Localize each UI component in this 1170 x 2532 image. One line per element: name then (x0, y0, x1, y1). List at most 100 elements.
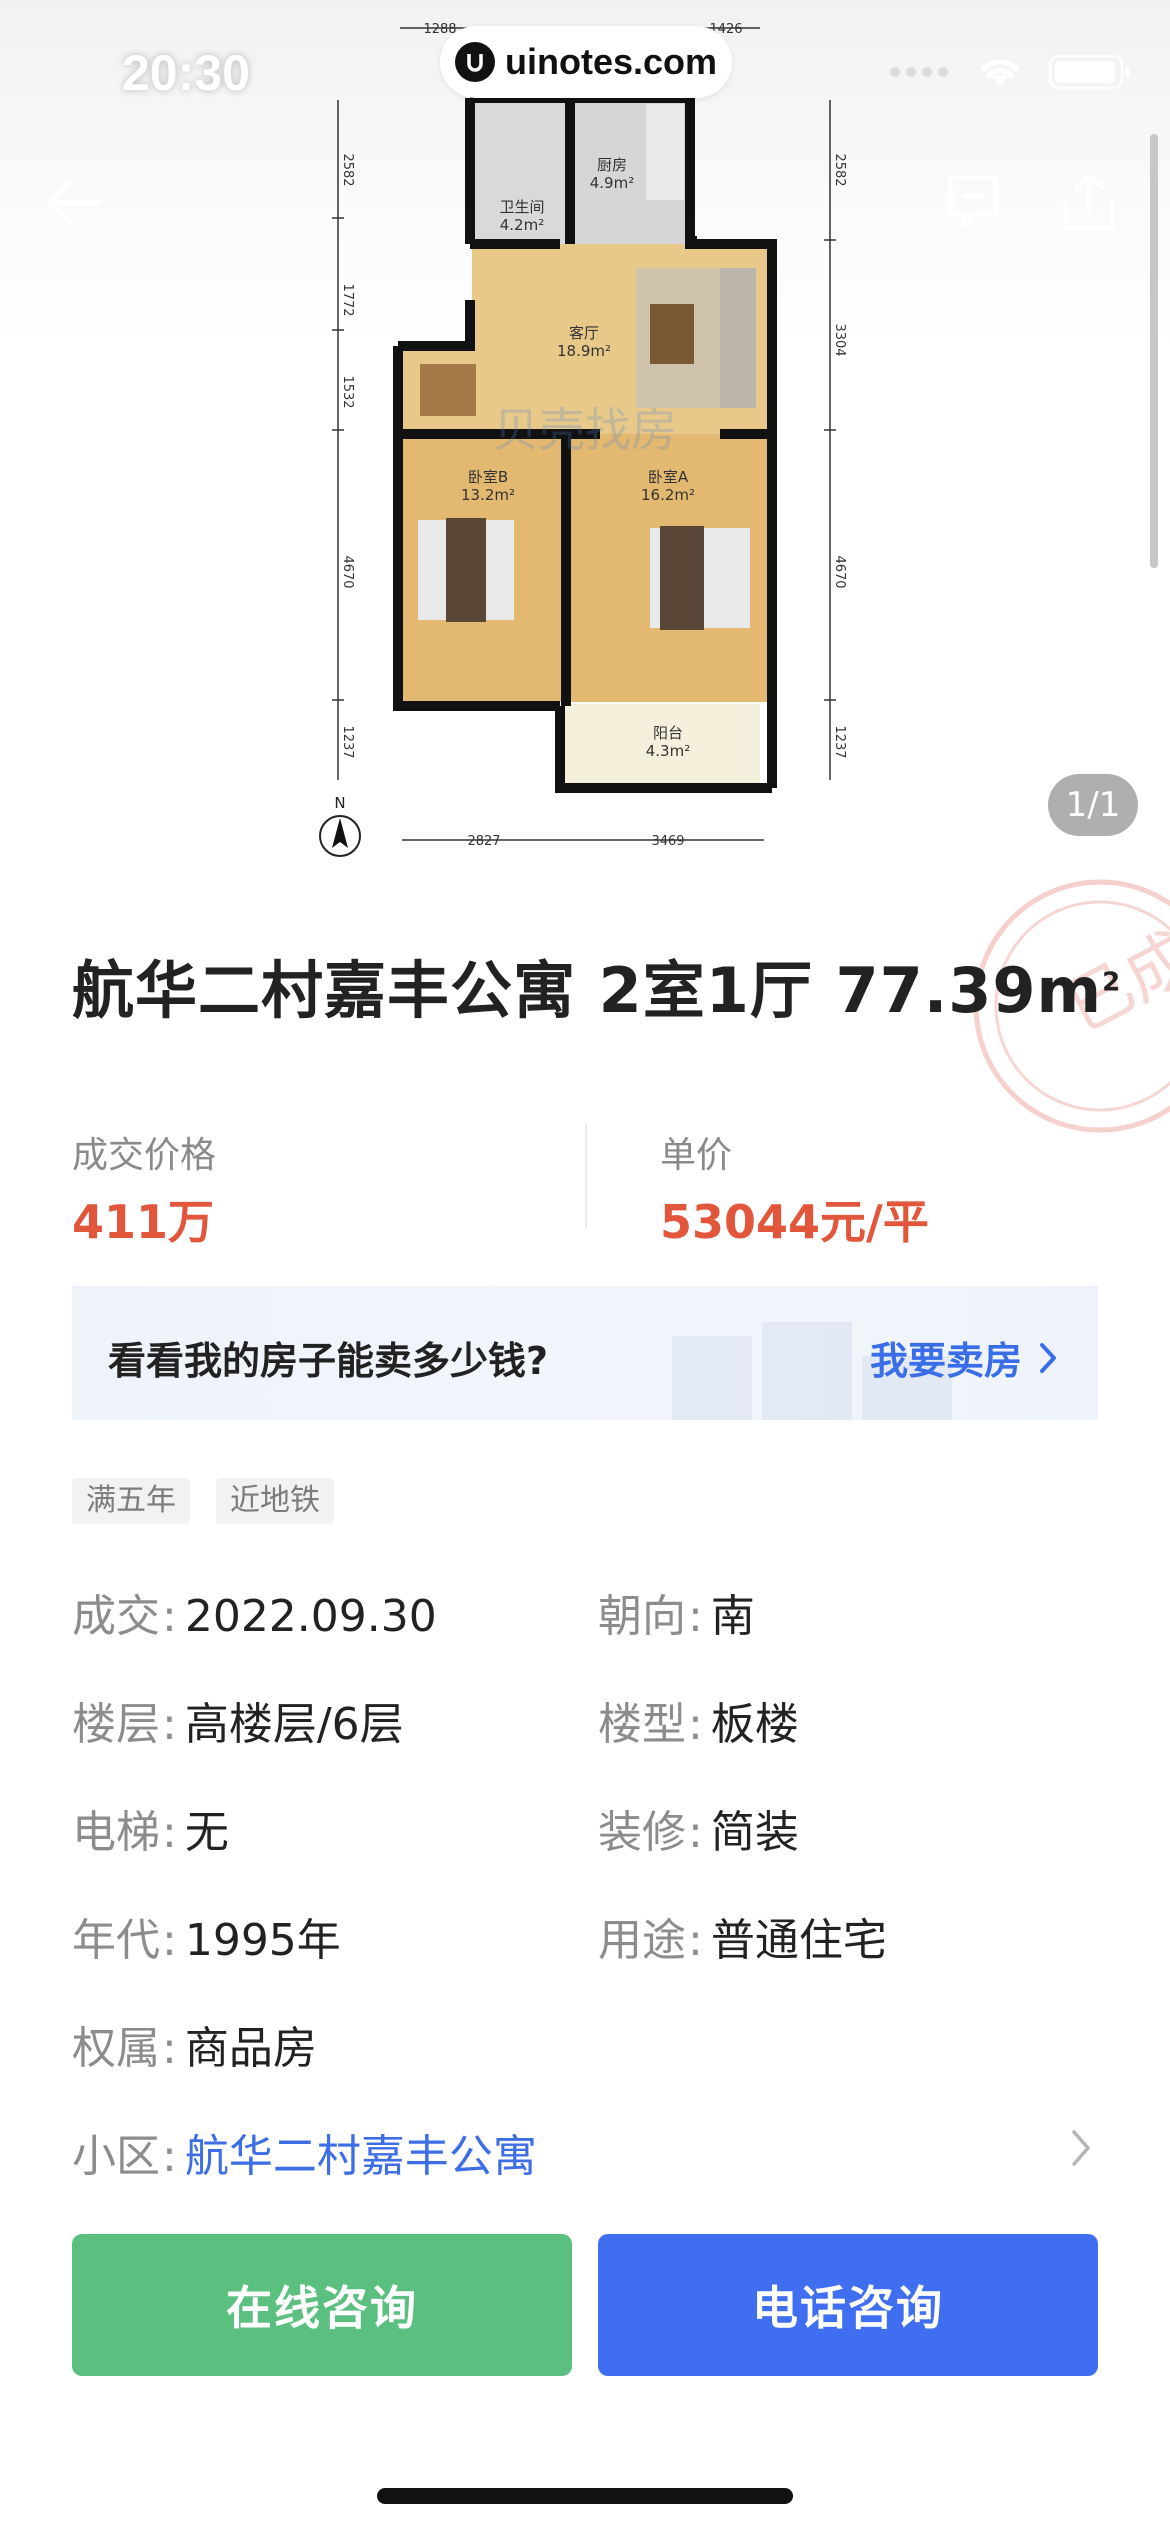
floor-plan-image: 卫生间 4.2m² 厨房 4.9m² 客厅 18.9m² 卧室B 13.2m² … (319, 22, 847, 857)
room-area-kitchen: 4.9m² (590, 174, 634, 192)
brand-watermark: 贝壳找房 (493, 403, 677, 457)
sell-house-banner[interactable]: 看看我的房子能卖多少钱? 我要卖房 (72, 1286, 1098, 1420)
home-indicator[interactable] (377, 2488, 793, 2504)
community-name-link[interactable]: 航华二村嘉丰公寓 (185, 2120, 537, 2184)
listing-title: 航华二村嘉丰公寓 2室1厅 77.39m2 (72, 940, 1121, 1030)
arrow-left-icon (47, 180, 103, 226)
info-value: 板楼 (710, 1699, 799, 1750)
chevron-right-icon (1072, 2130, 1090, 2166)
info-sep: : (162, 1699, 177, 1750)
info-key: 朝向 (598, 1591, 686, 1642)
chat-bubble-icon (947, 175, 999, 229)
info-sep: : (688, 1807, 703, 1858)
dim-left-5: 1237 (340, 725, 355, 758)
room-area-bedroom-a: 16.2m² (641, 486, 695, 504)
info-sep: : (162, 2023, 177, 2074)
online-consult-button[interactable]: 在线咨询 (72, 2234, 572, 2376)
info-building-type: 楼型: 板楼 (598, 1688, 799, 1752)
room-area-balcony: 4.3m² (646, 742, 690, 760)
room-label-living: 客厅 (569, 324, 599, 342)
phone-consult-button[interactable]: 电话咨询 (598, 2234, 1098, 2376)
room-area-bedroom-b: 13.2m² (461, 486, 515, 504)
floor-plan-gallery[interactable]: 卫生间 4.2m² 厨房 4.9m² 客厅 18.9m² 卧室B 13.2m² … (0, 0, 1170, 876)
info-usage: 用途: 普通住宅 (598, 1904, 887, 1968)
info-orientation: 朝向: 南 (598, 1580, 755, 1644)
room-label-bedroom-b: 卧室B (468, 468, 508, 486)
info-value: 普通住宅 (710, 1915, 887, 1966)
room-label-kitchen: 厨房 (597, 156, 627, 174)
info-value: 1995年 (184, 1915, 341, 1966)
info-key: 电梯 (72, 1807, 160, 1858)
info-ownership: 权属: 商品房 (72, 2012, 317, 2076)
info-deal-date: 成交:2022.09.30 (72, 1580, 437, 1644)
dim-right-1: 2582 (832, 153, 847, 186)
dim-left-3: 1532 (340, 375, 355, 408)
info-key: 权属 (72, 2023, 160, 2074)
dim-left-1: 2582 (340, 153, 355, 186)
info-key: 年代 (72, 1915, 160, 1966)
info-key: 用途 (598, 1915, 686, 1966)
share-icon (1063, 173, 1115, 231)
price-divider (585, 1124, 587, 1228)
info-value: 高楼层/6层 (184, 1699, 404, 1750)
info-sep: : (162, 2131, 177, 2182)
info-key: 楼型 (598, 1699, 686, 1750)
info-value: 无 (184, 1807, 229, 1858)
wifi-icon (981, 59, 1019, 87)
room-label-bathroom: 卫生间 (499, 198, 544, 216)
battery-icon (1048, 54, 1130, 90)
room-label-bedroom-a: 卧室A (648, 468, 689, 486)
info-key: 楼层 (72, 1699, 160, 1750)
compass-label: N (334, 794, 345, 812)
sell-house-link-text: 我要卖房 (869, 1339, 1022, 1383)
info-sep: : (688, 1915, 703, 1966)
message-button[interactable] (938, 168, 1008, 242)
info-sep: : (688, 1699, 703, 1750)
dim-bottom-1: 2827 (467, 834, 500, 849)
dim-right-3: 4670 (832, 555, 847, 588)
uinotes-logo-icon (454, 42, 495, 82)
status-icons (888, 52, 1132, 92)
unit-price-label: 单价 (660, 1135, 733, 1176)
room-label-balcony: 阳台 (653, 724, 683, 742)
signal-icon (890, 67, 948, 77)
tag-five-years: 满五年 (72, 1478, 190, 1524)
dim-left-4: 4670 (340, 555, 355, 588)
sell-house-link[interactable]: 我要卖房 (870, 1330, 1058, 1385)
deal-price-label: 成交价格 (72, 1135, 217, 1176)
dim-right-2: 3304 (832, 323, 847, 356)
room-area-bathroom: 4.2m² (500, 216, 544, 234)
info-sep: : (162, 1591, 177, 1642)
share-button[interactable] (1054, 168, 1124, 242)
info-floor: 楼层: 高楼层/6层 (72, 1688, 404, 1752)
dim-bottom-2: 3469 (651, 834, 684, 849)
info-sep: : (162, 1807, 177, 1858)
info-value: 南 (710, 1591, 755, 1642)
back-button[interactable] (40, 168, 110, 242)
info-value: 简装 (710, 1807, 799, 1858)
info-sep: : (162, 1915, 177, 1966)
unit-price: 53044元/平 (660, 1195, 929, 1249)
room-area-living: 18.9m² (557, 342, 611, 360)
banner-building-decor (672, 1336, 752, 1420)
info-value: 商品房 (184, 2023, 317, 2074)
info-community-link[interactable]: 小区: 航华二村嘉丰公寓 (72, 2120, 1098, 2184)
info-value: 2022.09.30 (184, 1591, 437, 1642)
sell-question: 看看我的房子能卖多少钱? (108, 1339, 549, 1383)
watermark-pill: uinotes.com (440, 26, 732, 98)
dim-left-2: 1772 (340, 283, 355, 316)
info-key: 装修 (598, 1807, 686, 1858)
listing-title-text: 航华二村嘉丰公寓 2室1厅 77.39m (72, 954, 1103, 1027)
page-indicator: 1/1 (1048, 774, 1138, 836)
deal-price: 411万 (72, 1195, 215, 1249)
listing-title-sup: 2 (1102, 967, 1122, 998)
watermark-text: uinotes.com (504, 41, 718, 82)
info-sep: : (688, 1591, 703, 1642)
dim-right-4: 1237 (832, 725, 847, 758)
scrollbar[interactable] (1150, 134, 1158, 568)
info-decoration: 装修: 简装 (598, 1796, 799, 1860)
status-time: 20:30 (122, 45, 250, 101)
info-elevator: 电梯: 无 (72, 1796, 229, 1860)
info-year: 年代:1995年 (72, 1904, 341, 1968)
chevron-right-icon (1040, 1342, 1056, 1373)
